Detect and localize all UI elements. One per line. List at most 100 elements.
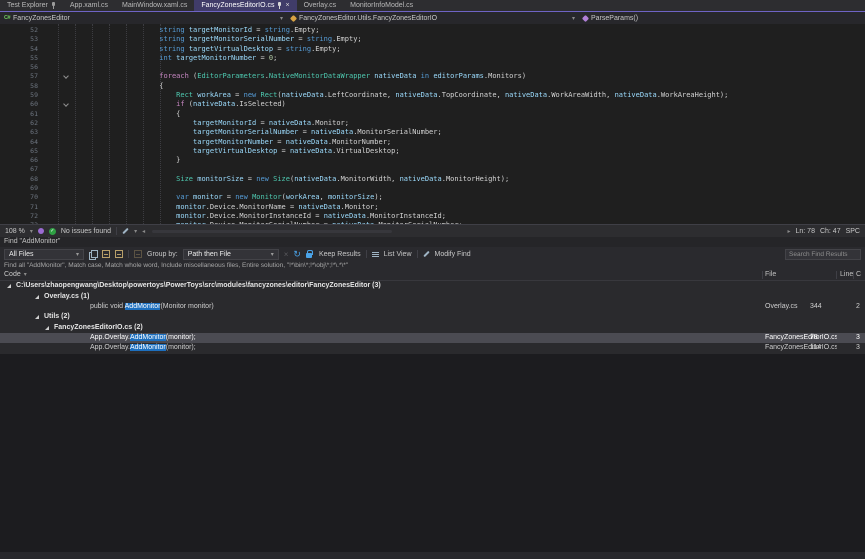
result-group-row[interactable]: C:\Users\zhaopengwang\Desktop\powertoys\… — [0, 281, 865, 291]
line-number: 61 — [0, 110, 38, 119]
code-line-67[interactable]: 67 — [0, 165, 865, 174]
copy-icon[interactable] — [89, 250, 97, 259]
tab-fancyzoneseditorio-cs[interactable]: FancyZonesEditorIO.cs× — [194, 0, 296, 11]
tab-mainwindow-xaml-cs[interactable]: MainWindow.xaml.cs — [115, 0, 194, 11]
code-line-57[interactable]: 57 foreach (EditorParameters.NativeMonit… — [0, 72, 865, 81]
code-line-64[interactable]: 64 targetMonitorNumber = nativeData.Moni… — [0, 138, 865, 147]
pencil-icon[interactable] — [423, 251, 429, 257]
expander-icon[interactable] — [35, 315, 39, 319]
pin-icon[interactable] — [51, 2, 56, 9]
lock-icon[interactable] — [306, 250, 314, 259]
code-text: targetMonitorNumber = nativeData.Monitor… — [75, 138, 391, 147]
chevron-down-icon: ▾ — [76, 251, 79, 258]
project-dropdown[interactable]: C# FancyZonesEditor ▾ — [0, 12, 287, 24]
result-group-row[interactable]: Utils (2) — [0, 312, 865, 322]
chevron-down-icon: ▾ — [572, 15, 575, 22]
code-line-65[interactable]: 65 targetVirtualDesktop = nativeData.Vir… — [0, 147, 865, 156]
refresh-icon[interactable]: ↻ — [293, 250, 301, 259]
code-text: Rect workArea = new Rect(nativeData.Left… — [75, 91, 728, 100]
tab-overlay-cs[interactable]: Overlay.cs — [297, 0, 344, 11]
tab-bar: Test Explorer App.xaml.csMainWindow.xaml.… — [0, 0, 865, 12]
type-dropdown[interactable]: FancyZonesEditor.Utils.FancyZonesEditorI… — [287, 12, 579, 24]
results-header-row: Code ▾ File Line C — [0, 270, 865, 281]
group-label: Overlay.cs (1) — [44, 292, 89, 302]
list-view-button[interactable]: List View — [384, 251, 412, 258]
member-dropdown[interactable]: ParseParams() — [579, 12, 865, 24]
line-number: 53 — [0, 35, 38, 44]
code-line-58[interactable]: 58 { — [0, 82, 865, 91]
horizontal-scrollbar[interactable] — [150, 227, 782, 236]
scroll-right-icon[interactable]: ▸ — [787, 228, 790, 235]
code-editor[interactable]: 52 string targetMonitorId = string.Empty… — [0, 24, 865, 224]
code-line-54[interactable]: 54 string targetVirtualDesktop = string.… — [0, 45, 865, 54]
fold-chevron-icon[interactable] — [64, 74, 68, 78]
code-line-56[interactable]: 56 — [0, 63, 865, 72]
code-line-72[interactable]: 72 monitor.Device.MonitorInstanceId = na… — [0, 212, 865, 221]
project-name: FancyZonesEditor — [13, 15, 70, 22]
code-line-62[interactable]: 62 targetMonitorId = nativeData.Monitor; — [0, 119, 865, 128]
code-line-71[interactable]: 71 monitor.Device.MonitorName = nativeDa… — [0, 203, 865, 212]
clear-results-icon[interactable] — [134, 250, 142, 258]
result-group-row[interactable]: FancyZonesEditorIO.cs (2) — [0, 323, 865, 333]
fold-chevron-icon[interactable] — [64, 102, 68, 106]
collapse-all-icon[interactable] — [115, 250, 123, 258]
code-line-52[interactable]: 52 string targetMonitorId = string.Empty… — [0, 26, 865, 35]
code-line-60[interactable]: 60 if (nativeData.IsSelected) — [0, 100, 865, 109]
modify-find-button[interactable]: Modify Find — [435, 251, 471, 258]
health-status[interactable]: No issues found — [61, 228, 111, 235]
expander-icon[interactable] — [45, 326, 49, 330]
scope-value: All Files — [9, 251, 34, 258]
group-label: C:\Users\zhaopengwang\Desktop\powertoys\… — [16, 281, 381, 291]
code-line-61[interactable]: 61 { — [0, 110, 865, 119]
close-icon[interactable]: × — [285, 2, 289, 9]
tab-label: Overlay.cs — [304, 2, 337, 9]
code-line-69[interactable]: 69 — [0, 184, 865, 193]
column-header-file[interactable]: File — [765, 271, 776, 278]
group-by-dropdown[interactable]: Path then File ▾ — [183, 249, 279, 260]
code-filter-dropdown[interactable]: Code ▾ — [4, 271, 27, 278]
expander-icon[interactable] — [7, 284, 11, 288]
result-group-row[interactable]: Overlay.cs (1) — [0, 292, 865, 302]
search-find-results-input[interactable] — [785, 249, 861, 260]
code-line-55[interactable]: 55 int targetMonitorNumber = 0; — [0, 54, 865, 63]
line-number: 67 — [0, 165, 38, 174]
stop-icon[interactable]: × — [284, 250, 289, 259]
line-number: 56 — [0, 63, 38, 72]
tab-monitorinfomodel-cs[interactable]: MonitorInfoModel.cs — [343, 0, 420, 11]
result-line: 114 — [810, 343, 832, 353]
code-line-53[interactable]: 53 string targetMonitorSerialNumber = st… — [0, 35, 865, 44]
expand-all-icon[interactable] — [102, 250, 110, 258]
chevron-down-icon[interactable]: ▾ — [134, 228, 137, 235]
editor-status-bar: 108 % ▾ ✓ No issues found ▾ ◂ ▸ Ln: 78 C… — [0, 224, 865, 237]
column-header-line[interactable]: Line — [840, 271, 853, 278]
result-match-row[interactable]: App.Overlay.AddMonitor(monitor);FancyZon… — [0, 343, 865, 353]
code-line-59[interactable]: 59 Rect workArea = new Rect(nativeData.L… — [0, 91, 865, 100]
health-check-icon[interactable]: ✓ — [49, 228, 56, 235]
code-line-66[interactable]: 66 } — [0, 156, 865, 165]
match-highlight: AddMonitor — [130, 344, 166, 351]
tab-label: Test Explorer — [7, 2, 48, 9]
pin-icon[interactable] — [277, 2, 282, 9]
column-header-col[interactable]: C — [856, 271, 865, 278]
tab-app-xaml-cs[interactable]: App.xaml.cs — [63, 0, 115, 11]
code-line-63[interactable]: 63 targetMonitorSerialNumber = nativeDat… — [0, 128, 865, 137]
csharp-project-icon: C# — [4, 15, 10, 21]
edit-mode-icon[interactable] — [122, 228, 128, 234]
chevron-down-icon[interactable]: ▾ — [30, 228, 33, 235]
tracking-icon[interactable] — [38, 228, 44, 234]
code-line-68[interactable]: 68 Size monitorSize = new Size(nativeDat… — [0, 175, 865, 184]
scroll-left-icon[interactable]: ◂ — [142, 228, 145, 235]
list-view-icon[interactable] — [372, 251, 379, 258]
code-line-70[interactable]: 70 var monitor = new Monitor(workArea, m… — [0, 193, 865, 202]
tab-test-explorer[interactable]: Test Explorer — [0, 0, 63, 11]
result-match-row[interactable]: App.Overlay.AddMonitor(monitor);FancyZon… — [0, 333, 865, 343]
line-number: 71 — [0, 203, 38, 212]
scrollbar-thumb[interactable] — [152, 230, 392, 233]
zoom-level[interactable]: 108 % — [5, 228, 25, 235]
expander-icon[interactable] — [35, 295, 39, 299]
code-line-73[interactable]: 73 monitor.Device.MonitorSerialNumber = … — [0, 221, 865, 224]
scope-dropdown[interactable]: All Files ▾ — [4, 249, 84, 260]
keep-results-button[interactable]: Keep Results — [319, 251, 361, 258]
result-match-row[interactable]: public void AddMonitor(Monitor monitor)O… — [0, 302, 865, 312]
code-text: targetMonitorSerialNumber = nativeData.M… — [75, 128, 442, 137]
